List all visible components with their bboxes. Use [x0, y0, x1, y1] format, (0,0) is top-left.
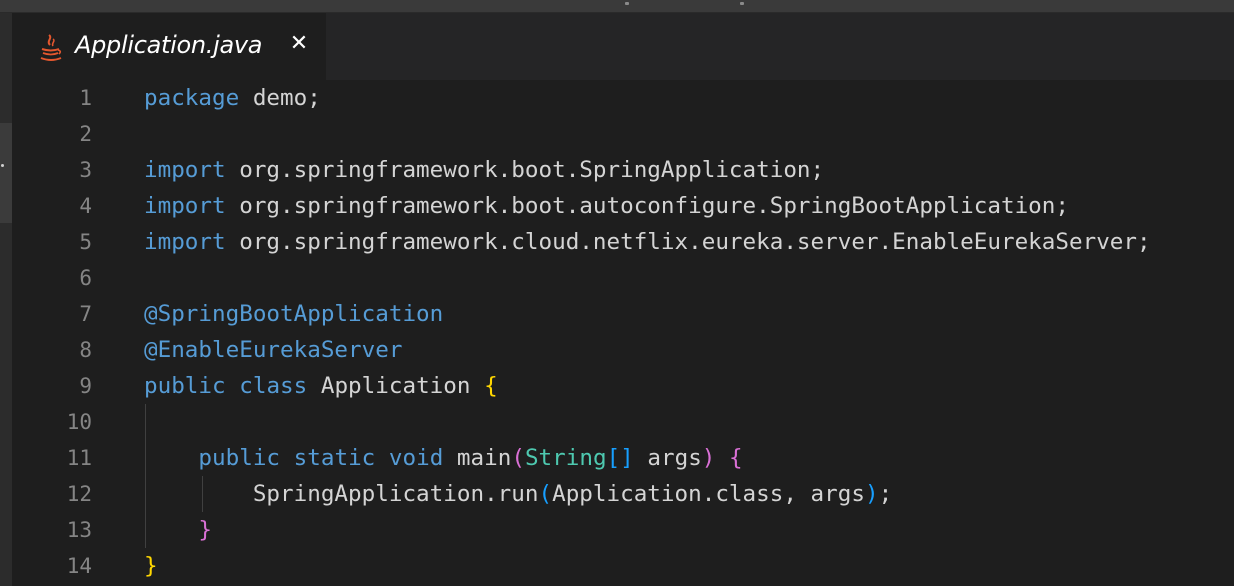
code-line[interactable]: 3 import org.springframework.boot.SpringA… [12, 152, 1234, 188]
code-token: public [144, 373, 226, 399]
code-text: } [144, 548, 158, 584]
code-text: import org.springframework.cloud.netflix… [144, 224, 1151, 260]
code-token: org.springframework.boot.autoconfigure.S… [225, 193, 1069, 219]
code-token: } [144, 553, 158, 579]
code-text: @EnableEurekaServer [144, 332, 402, 368]
code-token: ( [538, 481, 553, 507]
code-token: org.springframework.cloud.netflix.eureka… [225, 229, 1151, 255]
code-token: static [293, 445, 376, 471]
code-token: import [144, 229, 226, 255]
code-text: } [144, 512, 212, 548]
tab-bar: Application.java ✕ [12, 13, 1234, 80]
line-number: 14 [66, 554, 92, 578]
code-token: ( [511, 445, 525, 471]
code-line[interactable]: 2 [12, 116, 1234, 152]
code-token: SpringApplication.run [144, 481, 539, 507]
code-line[interactable]: 5 import org.springframework.cloud.netfli… [12, 224, 1234, 260]
code-line[interactable]: 11 public static void main(String[] args… [12, 440, 1234, 476]
code-token: Application [307, 373, 485, 399]
line-number: 2 [79, 122, 92, 146]
code-line[interactable]: 9 public class Application { [12, 368, 1234, 404]
code-token: { [729, 445, 743, 471]
side-scroll-thumb[interactable] [0, 123, 12, 223]
code-token: { [484, 373, 498, 399]
line-number: 6 [79, 266, 92, 290]
side-indicator-dot [1, 164, 4, 167]
code-line[interactable]: 13 } [12, 512, 1234, 548]
code-token: import [144, 193, 226, 219]
code-token: public [198, 445, 281, 471]
title-bar-fragment [625, 2, 629, 5]
code-line[interactable]: 14} [12, 548, 1234, 584]
code-token: void [388, 445, 444, 471]
code-token: args [633, 445, 702, 471]
code-text: package demo; [144, 80, 321, 116]
code-text: SpringApplication.run(Application.class,… [144, 476, 892, 512]
code-line[interactable]: 8 @EnableEurekaServer [12, 332, 1234, 368]
code-line[interactable]: 12 SpringApplication.run(Application.cla… [12, 476, 1234, 512]
code-text: public class Application { [144, 368, 498, 404]
code-line[interactable]: 7 @SpringBootApplication [12, 296, 1234, 332]
code-token: Application.class, args [552, 481, 865, 507]
java-icon [38, 33, 64, 63]
code-line[interactable]: 1 package demo; [12, 80, 1234, 116]
line-number: 1 [79, 86, 92, 110]
code-text: import org.springframework.boot.SpringAp… [144, 152, 824, 188]
code-text: @SpringBootApplication [144, 296, 443, 332]
code-token: package [144, 85, 240, 111]
code-token: @EnableEurekaServer [144, 337, 403, 363]
line-number: 5 [79, 230, 92, 254]
code-token: demo; [239, 85, 321, 111]
line-number: 13 [66, 518, 92, 542]
code-token: ) [864, 481, 879, 507]
code-text: public static void main(String[] args) { [144, 440, 743, 476]
line-number: 9 [79, 374, 92, 398]
code-token: ; [878, 481, 893, 507]
code-token: main [443, 445, 512, 471]
line-number: 3 [79, 158, 92, 182]
title-bar-fragment [740, 2, 744, 5]
close-icon[interactable]: ✕ [288, 31, 310, 57]
code-text: import org.springframework.boot.autoconf… [144, 188, 1069, 224]
line-number: 12 [66, 482, 92, 506]
line-number: 7 [79, 302, 92, 326]
code-line[interactable]: 10 [12, 404, 1234, 440]
tab-application-java[interactable]: Application.java ✕ [12, 13, 326, 80]
code-token: org.springframework.boot.SpringApplicati… [225, 157, 825, 183]
code-line[interactable]: 6 [12, 260, 1234, 296]
code-token: @SpringBootApplication [144, 301, 444, 327]
code-token: [] [606, 445, 634, 471]
line-number: 10 [66, 410, 92, 434]
code-token: import [144, 157, 226, 183]
code-editor[interactable]: 1 package demo; 2 3 import org.springframewo… [12, 80, 1234, 586]
code-token: ) [701, 445, 716, 471]
code-token: String [524, 445, 607, 471]
code-line[interactable]: 4 import org.springframework.boot.autocon… [12, 188, 1234, 224]
line-number: 8 [79, 338, 92, 362]
window-title-bar [0, 0, 1234, 13]
code-token: class [239, 373, 308, 399]
tab-filename: Application.java [75, 31, 263, 59]
side-strip [0, 13, 12, 586]
code-token: } [198, 517, 213, 543]
line-number: 11 [66, 446, 92, 470]
line-number: 4 [79, 194, 92, 218]
